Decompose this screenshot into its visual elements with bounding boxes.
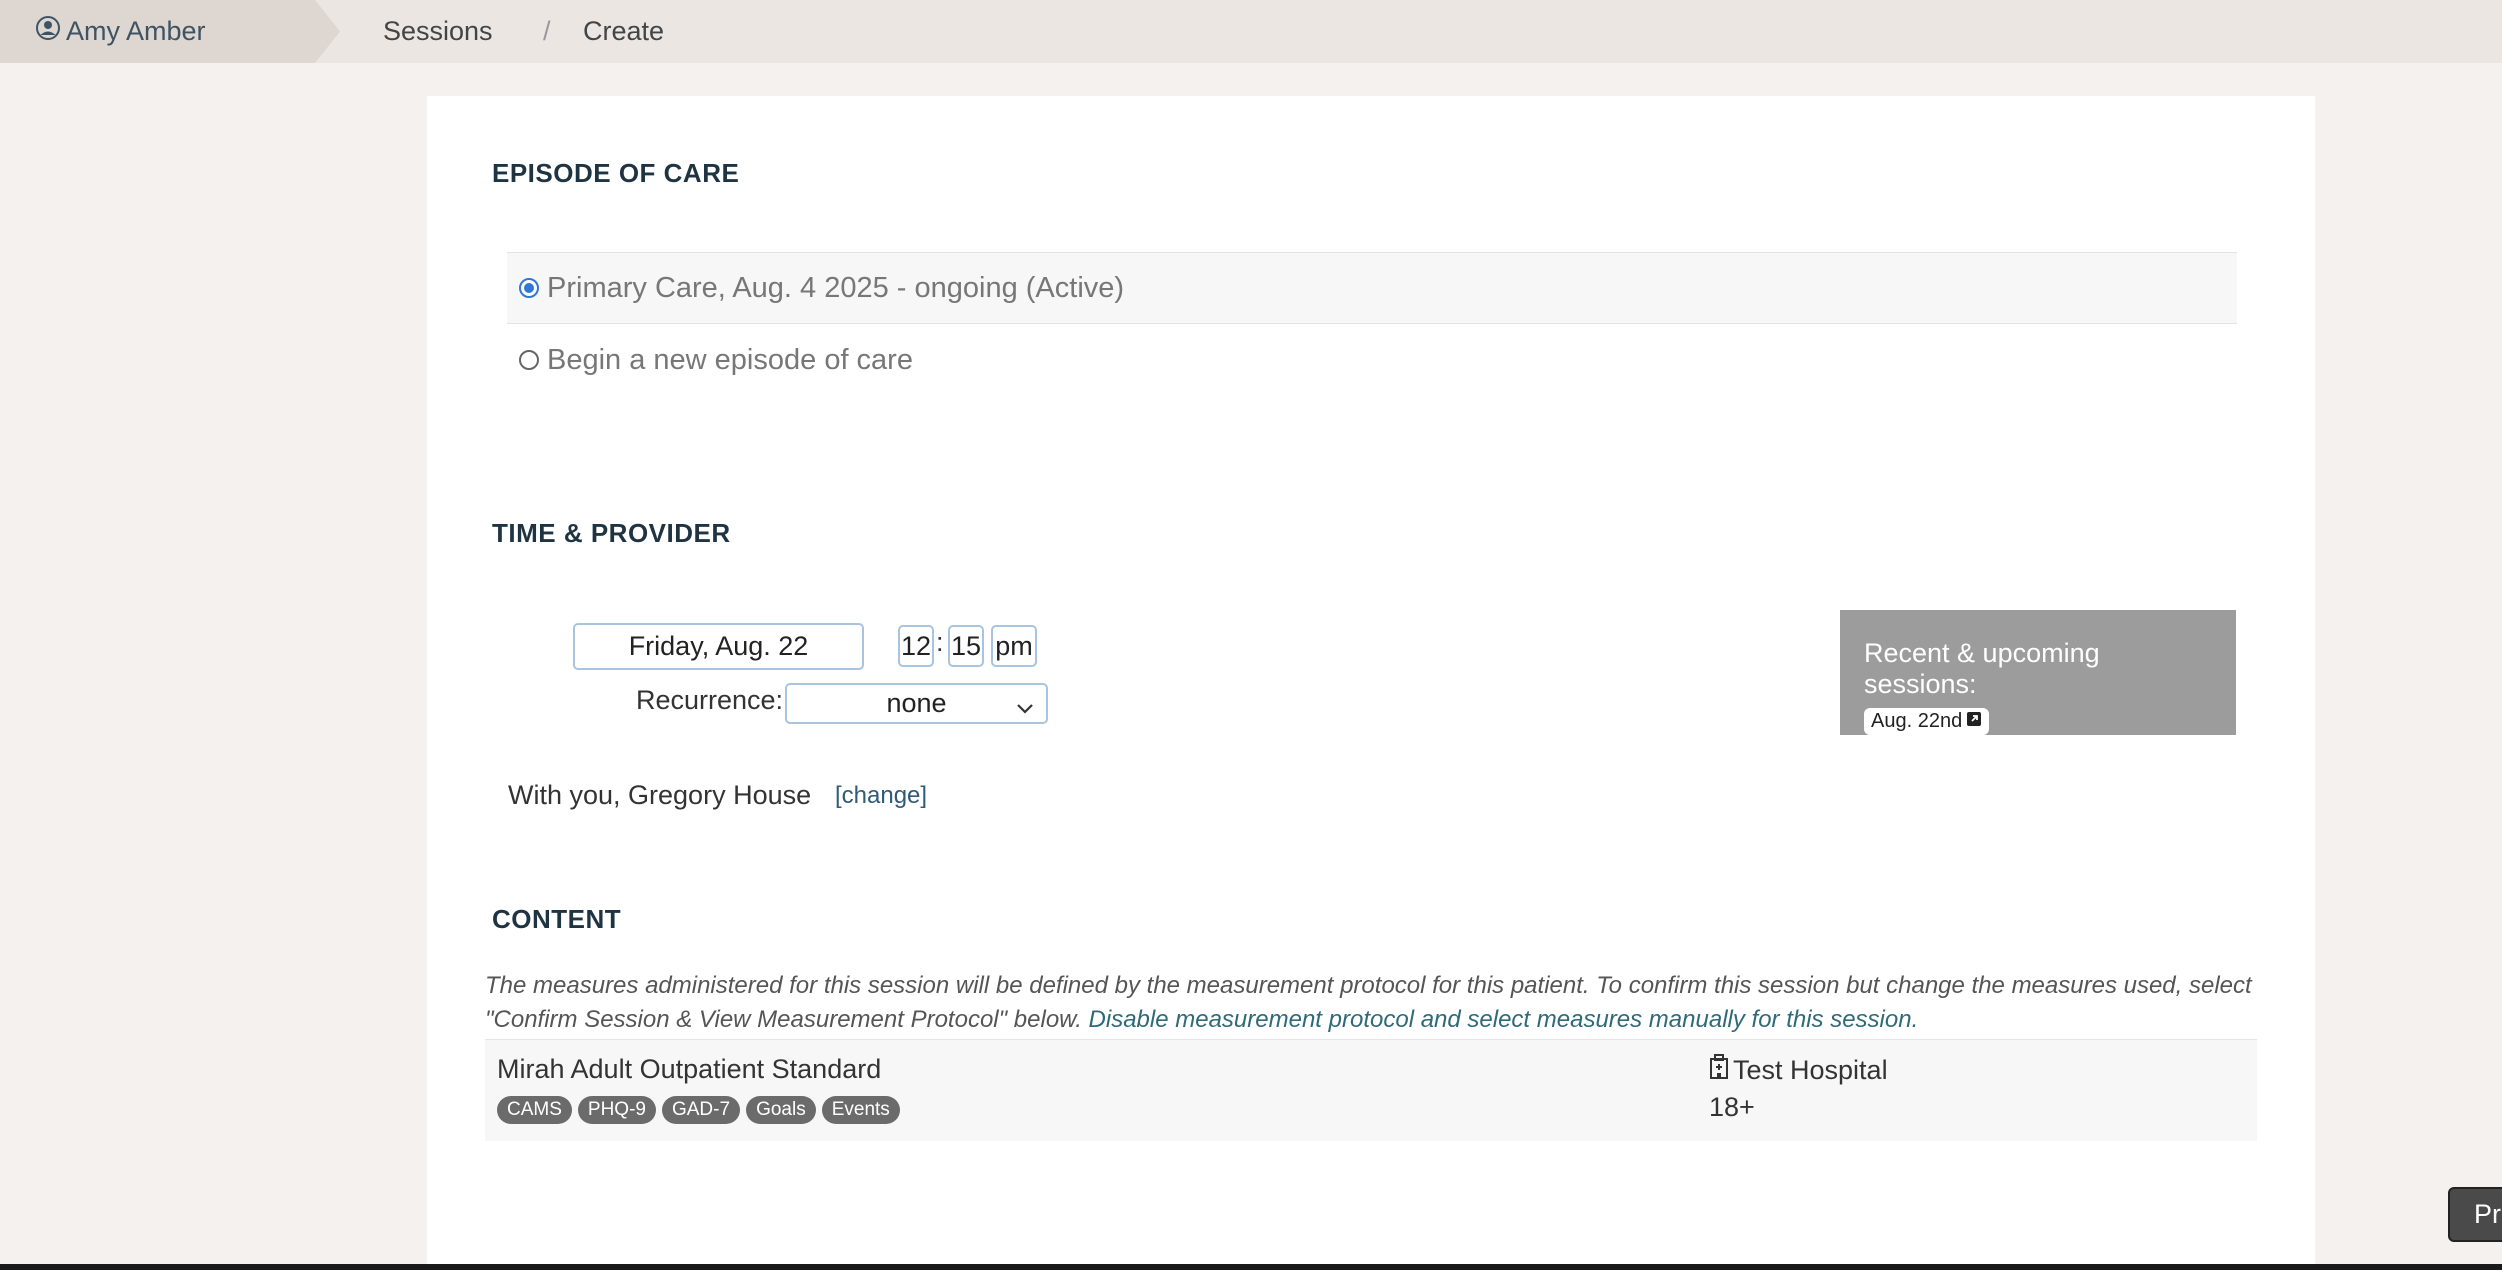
recent-sessions-panel: Recent & upcoming sessions: Aug. 22nd (1840, 610, 2236, 735)
recurrence-value: none (886, 688, 947, 718)
recent-sessions-title: Recent & upcoming sessions: (1864, 638, 2100, 699)
recent-session-date: Aug. 22nd (1871, 710, 1963, 732)
external-link-icon (1962, 710, 1982, 733)
recent-session-link[interactable]: Aug. 22nd (1864, 708, 1990, 735)
provider-text: With you, Gregory House (508, 780, 812, 810)
episode-of-care-heading: EPISODE OF CARE (492, 158, 740, 188)
recurrence-label: Recurrence: (636, 685, 784, 715)
episode-option-active[interactable]: Primary Care, Aug. 4 2025 - ongoing (Act… (507, 252, 2237, 324)
session-date-input[interactable]: Friday, Aug. 22 (573, 623, 864, 670)
time-colon: : (936, 627, 944, 657)
recurrence-select[interactable]: none (785, 683, 1048, 724)
hospital-icon (1709, 1054, 1733, 1087)
protocol-name: Mirah Adult Outpatient Standard (497, 1054, 882, 1084)
measure-tag: Events (821, 1096, 900, 1124)
measure-tag: CAMS (497, 1096, 572, 1124)
patient-breadcrumb[interactable]: Amy Amber (0, 0, 340, 63)
content-heading: CONTENT (492, 904, 622, 934)
breadcrumb-create: Create (583, 16, 665, 46)
session-create-card: EPISODE OF CARE Primary Care, Aug. 4 202… (427, 96, 2315, 1270)
measure-tags: CAMS PHQ-9 GAD-7 Goals Events (497, 1096, 900, 1124)
top-bar: Amy Amber Sessions / Create (0, 0, 2502, 63)
minute-input[interactable]: 15 (948, 625, 984, 667)
content-description: The measures administered for this sessi… (485, 969, 2265, 1037)
organization-name: Test Hospital (1733, 1055, 1888, 1085)
chevron-down-icon (1014, 692, 1036, 729)
breadcrumb-separator: / (543, 16, 551, 46)
time-provider-heading: TIME & PROVIDER (492, 518, 731, 548)
patient-name: Amy Amber (66, 16, 206, 46)
ampm-input[interactable]: pm (991, 625, 1037, 667)
measurement-protocol-row: Mirah Adult Outpatient Standard CAMS PHQ… (485, 1039, 2257, 1141)
measure-tag: GAD-7 (661, 1096, 741, 1124)
change-provider-link[interactable]: [change] (835, 782, 927, 810)
episode-option-label: Begin a new episode of care (547, 343, 913, 376)
episode-radio-unselected[interactable] (519, 350, 539, 370)
measure-tag: PHQ-9 (577, 1096, 656, 1124)
episode-radio-selected[interactable] (519, 278, 539, 298)
protocol-age-range: 18+ (1709, 1092, 1755, 1122)
disable-protocol-link[interactable]: Disable measurement protocol and select … (1089, 1006, 1919, 1033)
episode-option-new[interactable]: Begin a new episode of care (507, 324, 2237, 396)
floating-action-button[interactable]: Pr (2448, 1187, 2502, 1242)
hour-input[interactable]: 12 (898, 625, 934, 667)
protocol-organization: Test Hospital (1709, 1054, 1888, 1087)
breadcrumb-sessions[interactable]: Sessions (383, 0, 493, 63)
episode-option-label: Primary Care, Aug. 4 2025 - ongoing (Act… (547, 271, 1125, 304)
bottom-border (0, 1264, 2502, 1270)
measure-tag: Goals (746, 1096, 816, 1124)
user-circle-icon (36, 16, 66, 47)
